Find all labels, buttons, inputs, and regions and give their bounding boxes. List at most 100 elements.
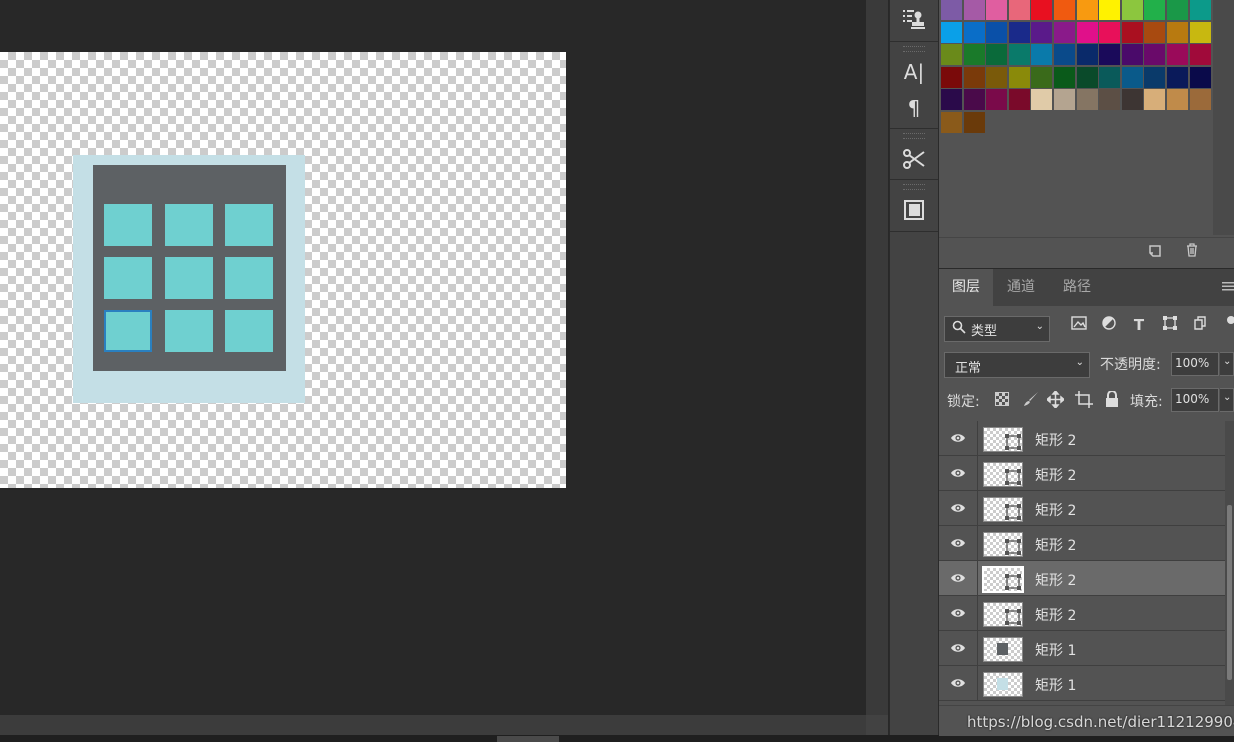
opacity-dropdown[interactable]: ⌄ xyxy=(1220,352,1234,376)
color-swatch[interactable] xyxy=(1008,89,1030,111)
color-swatch[interactable] xyxy=(963,112,985,133)
swatches-scrollbar[interactable] xyxy=(1213,0,1234,235)
color-swatch[interactable] xyxy=(1099,0,1121,20)
visibility-eye-icon[interactable] xyxy=(950,535,966,551)
color-swatch[interactable] xyxy=(1189,21,1211,43)
lock-all-icon[interactable] xyxy=(1105,390,1119,411)
canvas-vertical-scrollbar[interactable] xyxy=(866,0,888,715)
new-swatch-icon[interactable] xyxy=(1147,242,1163,262)
color-swatch[interactable] xyxy=(1054,21,1075,43)
color-swatch[interactable] xyxy=(1031,66,1053,88)
color-swatch[interactable] xyxy=(1144,0,1166,20)
properties-icon[interactable] xyxy=(890,193,938,227)
visibility-eye-icon[interactable] xyxy=(950,640,966,656)
trash-icon[interactable] xyxy=(1184,242,1200,262)
color-swatch[interactable] xyxy=(1167,44,1188,66)
character-icon[interactable]: A| xyxy=(890,55,938,89)
tab-paths[interactable]: 路径 xyxy=(1050,269,1104,306)
color-swatch[interactable] xyxy=(1121,21,1143,43)
color-swatch[interactable] xyxy=(963,89,985,111)
tab-layers[interactable]: 图层 xyxy=(939,269,993,306)
visibility-eye-icon[interactable] xyxy=(950,500,966,516)
layer-row[interactable]: 矩形 1 xyxy=(939,666,1225,701)
color-swatch[interactable] xyxy=(1189,89,1211,111)
color-swatch[interactable] xyxy=(1008,0,1030,20)
color-swatch[interactable] xyxy=(1099,89,1121,111)
color-swatch[interactable] xyxy=(1144,21,1166,43)
paragraph-icon[interactable]: ¶ xyxy=(890,91,938,125)
visibility-eye-icon[interactable] xyxy=(950,570,966,586)
image-filter-icon[interactable] xyxy=(1070,316,1088,334)
color-swatch[interactable] xyxy=(941,0,962,20)
layer-row[interactable]: 矩形 2 xyxy=(939,526,1225,561)
layer-row[interactable]: 矩形 2 xyxy=(939,491,1225,526)
visibility-eye-icon[interactable] xyxy=(950,675,966,691)
fill-dropdown[interactable]: ⌄ xyxy=(1220,388,1234,412)
color-swatch[interactable] xyxy=(1167,89,1188,111)
layer-row[interactable]: 矩形 1 xyxy=(939,631,1225,666)
color-swatch[interactable] xyxy=(941,112,962,133)
lock-transparent-icon[interactable] xyxy=(995,392,1009,410)
smart-object-filter-icon[interactable] xyxy=(1191,316,1209,334)
color-swatch[interactable] xyxy=(1031,0,1053,20)
color-swatch[interactable] xyxy=(1076,66,1098,88)
color-swatch[interactable] xyxy=(1076,89,1098,111)
color-swatch[interactable] xyxy=(941,44,962,66)
color-swatch[interactable] xyxy=(986,21,1008,43)
color-swatch[interactable] xyxy=(986,0,1008,20)
color-swatch[interactable] xyxy=(963,66,985,88)
status-strip-thumb[interactable] xyxy=(497,736,559,742)
color-swatch[interactable] xyxy=(1054,0,1075,20)
visibility-eye-icon[interactable] xyxy=(950,465,966,481)
blend-mode-select[interactable]: 正常 ⌄ xyxy=(944,352,1090,378)
document-canvas[interactable] xyxy=(0,52,566,488)
color-swatch[interactable] xyxy=(1189,44,1211,66)
color-swatch[interactable] xyxy=(1099,21,1121,43)
type-filter-icon[interactable]: T xyxy=(1130,316,1148,334)
adjustment-filter-icon[interactable] xyxy=(1100,316,1118,334)
color-swatch[interactable] xyxy=(1031,89,1053,111)
color-swatch[interactable] xyxy=(1031,21,1053,43)
layer-filter-select[interactable]: 类型 ⌄ xyxy=(944,316,1050,342)
lock-pixels-brush-icon[interactable] xyxy=(1023,391,1039,411)
fill-input[interactable]: 100% xyxy=(1171,388,1219,412)
color-swatch[interactable] xyxy=(1121,66,1143,88)
color-swatch[interactable] xyxy=(986,89,1008,111)
color-swatch[interactable] xyxy=(1121,89,1143,111)
color-swatch[interactable] xyxy=(1054,66,1075,88)
tool-presets-icon[interactable] xyxy=(890,142,938,176)
layer-row[interactable]: 矩形 2 xyxy=(939,561,1225,596)
lock-position-move-icon[interactable] xyxy=(1045,389,1066,412)
color-swatch[interactable] xyxy=(963,0,985,20)
color-swatch[interactable] xyxy=(1144,66,1166,88)
layer-row[interactable]: 矩形 2 xyxy=(939,456,1225,491)
color-swatch[interactable] xyxy=(1189,0,1211,20)
lock-artboard-icon[interactable] xyxy=(1075,391,1093,412)
color-swatch[interactable] xyxy=(1054,44,1075,66)
color-swatch[interactable] xyxy=(941,66,962,88)
color-swatch[interactable] xyxy=(986,44,1008,66)
panel-menu-icon[interactable] xyxy=(1222,280,1234,296)
layer-row[interactable]: 矩形 2 xyxy=(939,421,1225,456)
color-swatch[interactable] xyxy=(963,21,985,43)
canvas-area[interactable] xyxy=(0,0,866,715)
tab-channels[interactable]: 通道 xyxy=(994,269,1048,306)
canvas-horizontal-scrollbar[interactable] xyxy=(0,715,866,735)
color-swatch[interactable] xyxy=(1099,66,1121,88)
color-swatch[interactable] xyxy=(963,44,985,66)
color-swatch[interactable] xyxy=(1008,44,1030,66)
color-swatch[interactable] xyxy=(1076,44,1098,66)
color-swatch[interactable] xyxy=(1121,44,1143,66)
shape-filter-icon[interactable] xyxy=(1161,316,1179,334)
color-swatch[interactable] xyxy=(1121,0,1143,20)
color-swatch[interactable] xyxy=(1189,66,1211,88)
color-swatch[interactable] xyxy=(1144,44,1166,66)
color-swatch[interactable] xyxy=(1167,0,1188,20)
filter-toggle-icon[interactable] xyxy=(1221,316,1234,334)
opacity-input[interactable]: 100% xyxy=(1171,352,1219,376)
color-swatch[interactable] xyxy=(1076,0,1098,20)
layers-scrollbar-thumb[interactable] xyxy=(1227,505,1232,680)
color-swatch[interactable] xyxy=(1031,44,1053,66)
color-swatch[interactable] xyxy=(1008,21,1030,43)
visibility-eye-icon[interactable] xyxy=(950,430,966,446)
